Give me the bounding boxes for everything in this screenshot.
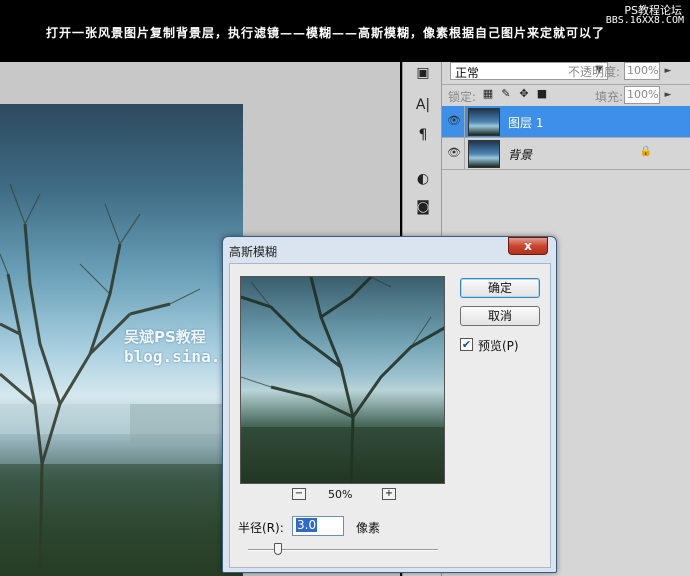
cancel-button[interactable]: 取消 (460, 306, 540, 326)
character-panel-icon[interactable]: A| (411, 94, 435, 116)
blend-row: 正常 ▼ 不透明度: 100% ► (442, 62, 690, 84)
layer-thumbnail (468, 140, 500, 168)
lock-icon: 🔒 (639, 146, 652, 157)
lock-move-icon[interactable]: ✥ (518, 88, 530, 100)
preview-tree-image (241, 277, 444, 483)
radius-value: 3.0 (296, 518, 318, 532)
instruction-text: 打开一张风景图片复制背景层，执行滤镜——模糊——高斯模糊，像素根据自己图片来定就… (46, 26, 606, 40)
ok-button[interactable]: 确定 (460, 278, 540, 298)
radius-input[interactable]: 3.0 (292, 516, 344, 536)
zoom-out-button[interactable]: − (292, 488, 306, 500)
lock-label: 锁定: (448, 90, 477, 104)
fill-arrow-icon[interactable]: ► (662, 86, 674, 104)
eye-icon[interactable]: 👁 (446, 114, 462, 128)
layer-thumbnail (468, 108, 500, 136)
history-icon[interactable]: ▣ (411, 62, 435, 84)
radius-label: 半径(R): (238, 521, 284, 535)
gaussian-blur-dialog: 高斯模糊 x − 50% + 确定 取消 ✔ 预览(P) 半径(R): 3.0 … (222, 236, 557, 573)
forum-url: BBS.16XX8.COM (605, 15, 684, 26)
opacity-arrow-icon[interactable]: ► (662, 62, 674, 80)
layer-row[interactable]: 👁 图层 1 (442, 106, 690, 138)
close-button[interactable]: x (508, 237, 548, 255)
zoom-level: 50% (328, 488, 353, 501)
dialog-body: − 50% + 确定 取消 ✔ 预览(P) 半径(R): 3.0 像素 (229, 263, 551, 568)
layer-name[interactable]: 图层 1 (508, 114, 543, 131)
zoom-in-button[interactable]: + (382, 488, 396, 500)
preview-checkbox[interactable]: ✔ (460, 338, 473, 351)
layer-name[interactable]: 背景 (508, 146, 532, 163)
dialog-title: 高斯模糊 (229, 245, 278, 259)
blend-mode-value: 正常 (455, 66, 480, 80)
lock-row: 锁定: ▦ ✎ ✥ ■ 填充: 100% ► (442, 84, 690, 106)
blur-preview[interactable] (240, 276, 445, 484)
lock-transparent-icon[interactable]: ▦ (482, 88, 494, 100)
radius-unit: 像素 (356, 521, 381, 535)
eye-icon[interactable]: 👁 (446, 146, 462, 160)
fill-label: 填充: (595, 90, 624, 104)
paragraph-icon[interactable]: ¶ (411, 124, 435, 146)
fill-field[interactable]: 100% (624, 86, 660, 104)
opacity-field[interactable]: 100% (624, 62, 660, 80)
instruction-banner: 打开一张风景图片复制背景层，执行滤镜——模糊——高斯模糊，像素根据自己图片来定就… (0, 0, 690, 62)
radius-slider-thumb[interactable] (274, 543, 282, 555)
preview-label[interactable]: 预览(P) (478, 337, 519, 354)
mask-icon[interactable]: ◙ (411, 196, 435, 218)
lock-all-icon[interactable]: ■ (536, 88, 548, 100)
layer-row[interactable]: 👁 背景 🔒 (442, 138, 690, 170)
adjustment-icon[interactable]: ◐ (411, 168, 435, 190)
opacity-label: 不透明度: (568, 65, 621, 79)
lock-brush-icon[interactable]: ✎ (500, 88, 512, 100)
